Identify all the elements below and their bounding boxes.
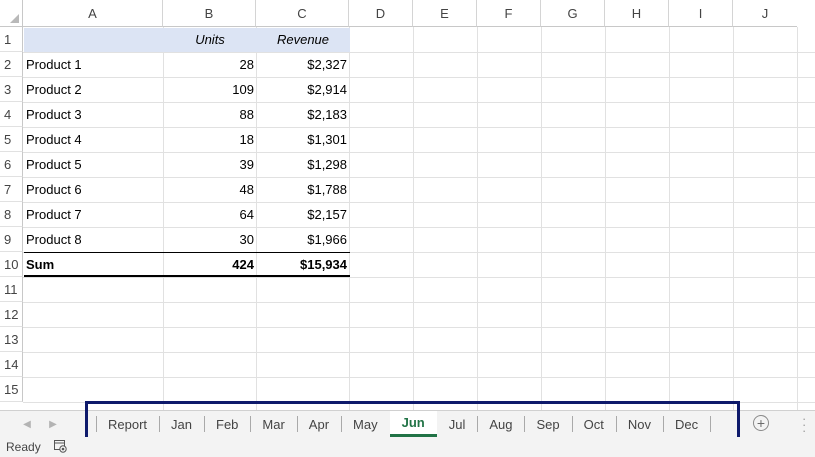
column-header-e[interactable]: E (413, 0, 477, 27)
column-header-f[interactable]: F (477, 0, 541, 27)
vertical-ellipsis-icon[interactable]: · · · (802, 412, 806, 437)
row-header-5[interactable]: 5 (0, 127, 23, 152)
plus-circle-icon[interactable]: + (753, 415, 769, 431)
product-units-cell[interactable]: 28 (164, 52, 256, 77)
row-header-2[interactable]: 2 (0, 52, 23, 77)
status-bar: Ready (0, 437, 815, 457)
product-name-cell[interactable]: Product 8 (24, 227, 163, 252)
sheet-tab-jun[interactable]: Jun (389, 411, 437, 437)
column-gridline (797, 27, 798, 410)
product-name-cell[interactable]: Product 4 (24, 127, 163, 152)
row-header-14[interactable]: 14 (0, 352, 23, 377)
header-units-cell[interactable]: Units (164, 27, 256, 52)
product-revenue-cell[interactable]: $2,157 (257, 202, 349, 227)
product-name-cell[interactable]: Product 2 (24, 77, 163, 102)
sheet-tab-feb[interactable]: Feb (204, 411, 250, 437)
sheet-tab-oct[interactable]: Oct (571, 411, 616, 437)
column-gridline (605, 27, 606, 410)
row-header-1[interactable]: 1 (0, 27, 23, 52)
column-header-a[interactable]: A (23, 0, 163, 27)
product-revenue-cell[interactable]: $2,914 (257, 77, 349, 102)
row-header-15[interactable]: 15 (0, 377, 23, 402)
column-header-i[interactable]: I (669, 0, 733, 27)
product-units-cell[interactable]: 48 (164, 177, 256, 202)
sheet-tabs: Report Jan Feb Mar Apr May Jun Jul Aug Sep Oct Nov D… (96, 411, 710, 437)
product-name-cell[interactable]: Product 3 (24, 102, 163, 127)
sheet-tab-apr[interactable]: Apr (296, 411, 341, 437)
row-header-4[interactable]: 4 (0, 102, 23, 127)
row-header-12[interactable]: 12 (0, 302, 23, 327)
tab-separator (710, 416, 711, 432)
row-header-8[interactable]: 8 (0, 202, 23, 227)
product-units-cell[interactable]: 39 (164, 152, 256, 177)
sum-bottom-border (24, 275, 350, 277)
product-name-cell[interactable]: Product 7 (24, 202, 163, 227)
macro-record-icon[interactable] (54, 440, 67, 453)
header-revenue-cell[interactable]: Revenue (257, 27, 349, 52)
triangle-right-icon[interactable]: ▶ (46, 417, 60, 431)
sheet-tab-report[interactable]: Report (96, 411, 159, 437)
column-gridline (413, 27, 414, 410)
column-gridline (733, 27, 734, 410)
sheet-tab-aug[interactable]: Aug (477, 411, 524, 437)
row-gridline (23, 277, 815, 278)
row-header-9[interactable]: 9 (0, 227, 23, 252)
select-all-corner[interactable] (0, 0, 23, 27)
row-gridline (23, 352, 815, 353)
column-header-b[interactable]: B (163, 0, 256, 27)
product-revenue-cell[interactable]: $2,183 (257, 102, 349, 127)
sheet-tab-jul[interactable]: Jul (437, 411, 478, 437)
column-gridline (477, 27, 478, 410)
column-gridline (349, 27, 350, 410)
row-header-3[interactable]: 3 (0, 77, 23, 102)
tab-separator (96, 416, 97, 432)
sheet-tab-may[interactable]: May (341, 411, 390, 437)
sheet-tab-dec[interactable]: Dec (662, 411, 710, 437)
product-revenue-cell[interactable]: $1,788 (257, 177, 349, 202)
column-header-h[interactable]: H (605, 0, 669, 27)
product-revenue-cell[interactable]: $1,298 (257, 152, 349, 177)
row-header-10[interactable]: 10 (0, 252, 23, 277)
product-name-cell[interactable]: Product 6 (24, 177, 163, 202)
spreadsheet-grid[interactable]: ABCDEFGHIJ 1 2 3 4 5 6 7 8 9 10 11 12 13 14 15 Units Re… (0, 0, 815, 410)
status-ready-text: Ready (6, 440, 41, 454)
triangle-left-icon[interactable]: ◀ (20, 417, 34, 431)
column-header-d[interactable]: D (349, 0, 413, 27)
product-revenue-cell[interactable]: $1,966 (257, 227, 349, 252)
column-header-j[interactable]: J (733, 0, 797, 27)
sheet-tab-bar: ◀ ▶ Report Jan Feb Mar Apr May Jun Jul Aug Sep Oct… (0, 410, 815, 437)
sheet-tab-jan[interactable]: Jan (159, 411, 204, 437)
sheet-tab-nov[interactable]: Nov (615, 411, 663, 437)
sheet-tab-sep[interactable]: Sep (524, 411, 571, 437)
row-gridline (23, 377, 815, 378)
product-revenue-cell[interactable]: $1,301 (257, 127, 349, 152)
sum-top-border (24, 252, 350, 253)
sum-units-cell[interactable]: 424 (164, 252, 256, 277)
row-header-13[interactable]: 13 (0, 327, 23, 352)
row-header-6[interactable]: 6 (0, 152, 23, 177)
product-name-cell[interactable]: Product 5 (24, 152, 163, 177)
sum-label-cell[interactable]: Sum (24, 252, 163, 277)
row-header-11[interactable]: 11 (0, 277, 23, 302)
product-units-cell[interactable]: 18 (164, 127, 256, 152)
product-units-cell[interactable]: 30 (164, 227, 256, 252)
product-name-cell[interactable]: Product 1 (24, 52, 163, 77)
sum-revenue-cell[interactable]: $15,934 (257, 252, 349, 277)
column-gridline (669, 27, 670, 410)
product-units-cell[interactable]: 109 (164, 77, 256, 102)
sheet-tab-mar[interactable]: Mar (250, 411, 296, 437)
column-header-g[interactable]: G (541, 0, 605, 27)
column-header-c[interactable]: C (256, 0, 349, 27)
row-gridline (23, 327, 815, 328)
column-gridline (541, 27, 542, 410)
row-gridline (23, 302, 815, 303)
product-revenue-cell[interactable]: $2,327 (257, 52, 349, 77)
row-header-7[interactable]: 7 (0, 177, 23, 202)
product-units-cell[interactable]: 88 (164, 102, 256, 127)
row-gridline (23, 402, 815, 403)
product-units-cell[interactable]: 64 (164, 202, 256, 227)
